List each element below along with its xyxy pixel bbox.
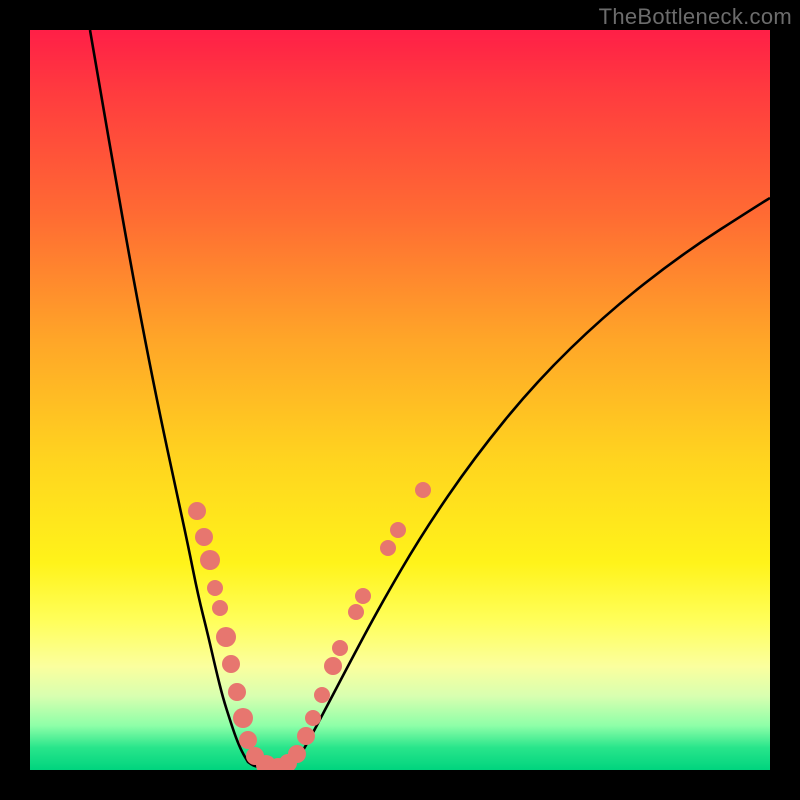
data-marker [288, 745, 306, 763]
data-marker [415, 482, 431, 498]
bottleneck-curve [90, 30, 770, 769]
data-marker [188, 502, 206, 520]
data-marker [380, 540, 396, 556]
data-marker [216, 627, 236, 647]
marker-group [188, 482, 431, 770]
data-marker [212, 600, 228, 616]
data-marker [200, 550, 220, 570]
data-marker [324, 657, 342, 675]
data-marker [222, 655, 240, 673]
plot-area [30, 30, 770, 770]
data-marker [332, 640, 348, 656]
watermark-text: TheBottleneck.com [599, 4, 792, 30]
data-marker [195, 528, 213, 546]
curve-layer [30, 30, 770, 770]
data-marker [390, 522, 406, 538]
data-marker [228, 683, 246, 701]
data-marker [239, 731, 257, 749]
data-marker [305, 710, 321, 726]
data-marker [355, 588, 371, 604]
data-marker [348, 604, 364, 620]
data-marker [207, 580, 223, 596]
chart-frame: TheBottleneck.com [0, 0, 800, 800]
data-marker [233, 708, 253, 728]
data-marker [297, 727, 315, 745]
data-marker [314, 687, 330, 703]
